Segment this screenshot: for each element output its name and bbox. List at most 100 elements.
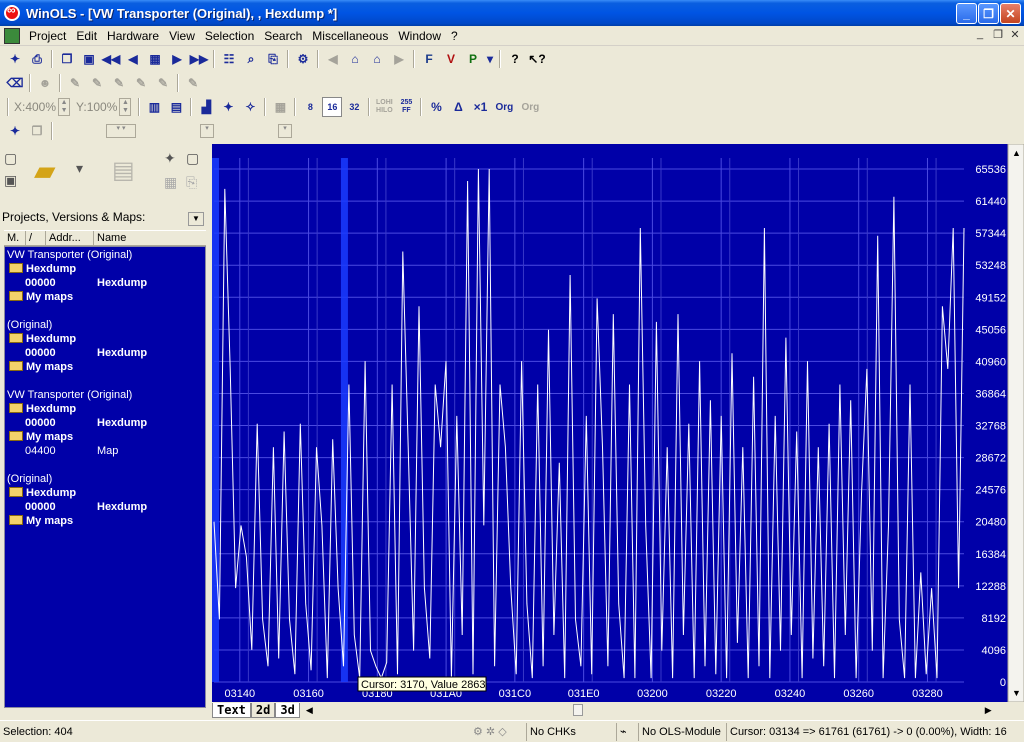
last-icon[interactable]: ▶▶ [189, 49, 209, 69]
map-props-icon[interactable]: ▦ [164, 174, 177, 191]
map-tool-3-icon[interactable]: ✎ [109, 73, 129, 93]
project-tree[interactable]: VW Transporter (Original) Hexdump 00000 Hex… [4, 246, 206, 708]
menu-miscellaneous[interactable]: Miscellaneous [307, 29, 393, 43]
tree-item[interactable]: (Original) [7, 473, 52, 487]
mdi-restore-button[interactable]: ❐ [990, 28, 1006, 42]
table-icon[interactable]: ▦ [145, 49, 165, 69]
p-icon[interactable]: P [463, 49, 483, 69]
map-tool-1-icon[interactable]: ✎ [65, 73, 85, 93]
col-m[interactable]: M. [4, 231, 26, 245]
tree-item[interactable]: Hexdump [9, 263, 76, 277]
line-chart[interactable]: ▲ ▼ 0 4096 8192 12288 16384 20480 24576 28672 3276… [212, 144, 1024, 702]
tree-item[interactable]: 04400 Map [25, 445, 118, 459]
chart-tool-icon[interactable]: ▟ [196, 97, 216, 117]
map-tool-5-icon[interactable]: ✎ [153, 73, 173, 93]
v-icon[interactable]: V [441, 49, 461, 69]
window-copy-icon[interactable]: ❐ [57, 49, 77, 69]
tree-item[interactable]: 00000 Hexdump [25, 347, 147, 361]
zoom-x-field[interactable]: X:400% [12, 100, 58, 114]
tree-item[interactable]: 00000 Hexdump [25, 417, 147, 431]
menu-help[interactable]: ? [446, 29, 463, 43]
spinner-b[interactable]: ▾ [200, 124, 214, 138]
col-slash[interactable]: / [26, 231, 46, 245]
first-icon[interactable]: ◀◀ [101, 49, 121, 69]
tree-item[interactable]: My maps [9, 291, 73, 305]
tree-item[interactable]: My maps [9, 431, 73, 445]
menu-hardware[interactable]: Hardware [102, 29, 164, 43]
menu-view[interactable]: View [164, 29, 200, 43]
spinner-c[interactable]: ▾ [278, 124, 292, 138]
bits-32-button[interactable]: 32 [344, 97, 364, 117]
save-icon[interactable]: ▣ [4, 172, 17, 189]
winols-logo-icon[interactable] [4, 3, 20, 21]
value-format-button[interactable]: 255 FF [396, 97, 416, 117]
document-icon[interactable] [4, 27, 20, 44]
mdi-close-button[interactable]: ✕ [1007, 28, 1023, 42]
mdi-minimize-button[interactable]: _ [972, 28, 988, 42]
dropdown-icon[interactable]: ▾ [485, 49, 495, 69]
window-compare-icon[interactable]: ▣ [79, 49, 99, 69]
map-tool-6-icon[interactable]: ✎ [183, 73, 203, 93]
map-tool-2-icon[interactable]: ✎ [87, 73, 107, 93]
tree-item[interactable]: 00000 Hexdump [25, 501, 147, 515]
grid-icon[interactable]: ▦ [270, 97, 290, 117]
projects-dropdown-button[interactable]: ▼ [188, 212, 204, 226]
wand-remove-icon[interactable]: ✧ [240, 97, 260, 117]
menu-search[interactable]: Search [259, 29, 307, 43]
open-folder-icon[interactable]: ▰ [34, 154, 56, 187]
tree-item[interactable]: My maps [9, 361, 73, 375]
tab-text[interactable]: Text [212, 702, 251, 718]
prev-icon[interactable]: ◀ [123, 49, 143, 69]
new-map-icon[interactable]: ▢ [186, 150, 199, 167]
tree-item[interactable]: Hexdump [9, 403, 76, 417]
col-name[interactable]: Name [94, 231, 204, 245]
tab-3d[interactable]: 3d [275, 702, 300, 718]
zoom-y-field[interactable]: Y:100% [74, 100, 119, 114]
menu-edit[interactable]: Edit [71, 29, 102, 43]
map-export-icon[interactable]: ⎘ [186, 174, 197, 191]
spinner-a[interactable]: ▾ ▾ [106, 124, 136, 138]
open-dropdown-icon[interactable]: ▾ [76, 160, 83, 177]
tree-item[interactable]: VW Transporter (Original) [7, 249, 132, 263]
scroll-left-icon[interactable]: ◀ [306, 705, 313, 716]
tree-icon[interactable]: ☷ [219, 49, 239, 69]
minimize-button[interactable]: _ [956, 3, 977, 24]
context-help-icon[interactable]: ↖? [527, 49, 547, 69]
scroll-right-icon[interactable]: ▶ [985, 705, 992, 716]
percent-button[interactable]: % [426, 97, 446, 117]
tree-item[interactable]: Hexdump [9, 333, 76, 347]
back-icon[interactable]: ◀ [323, 49, 343, 69]
org-compare-button[interactable]: Org [518, 97, 542, 117]
help-icon[interactable]: ? [505, 49, 525, 69]
tree-item[interactable]: (Original) [7, 319, 52, 333]
byte-order-button[interactable]: LOHI HILO [374, 97, 394, 117]
print-icon[interactable]: ⎙ [27, 49, 47, 69]
tree-item[interactable]: VW Transporter (Original) [7, 389, 132, 403]
next-icon[interactable]: ▶ [167, 49, 187, 69]
org-button[interactable]: Org [492, 97, 516, 117]
hexdump-2d-view[interactable]: ▲ ▼ 0 4096 8192 12288 16384 20480 24576 28672 3276… [212, 144, 1024, 718]
close-button[interactable]: ✕ [1000, 3, 1021, 24]
import-icon[interactable]: ▤ [112, 156, 135, 185]
tree-item[interactable]: Hexdump [9, 487, 76, 501]
menu-project[interactable]: Project [24, 29, 71, 43]
col-address[interactable]: Addr... [46, 231, 94, 245]
menu-window[interactable]: Window [393, 29, 446, 43]
search-map-icon[interactable]: ⌕ [241, 49, 261, 69]
wand-icon[interactable]: ✦ [5, 49, 25, 69]
ols-icon[interactable]: ⌂ [345, 49, 365, 69]
scroll-thumb[interactable] [572, 704, 583, 716]
f-icon[interactable]: F [419, 49, 439, 69]
menu-selection[interactable]: Selection [200, 29, 259, 43]
maximize-button[interactable]: ❐ [978, 3, 999, 24]
dec-view-icon[interactable]: ▤ [166, 97, 186, 117]
factor-button[interactable]: ×1 [470, 97, 490, 117]
map-tool-4-icon[interactable]: ✎ [131, 73, 151, 93]
users-icon[interactable]: ☻ [35, 73, 55, 93]
hex-view-icon[interactable]: ▥ [144, 97, 164, 117]
tree-item[interactable]: 00000 Hexdump [25, 277, 147, 291]
tab-2d[interactable]: 2d [250, 702, 276, 718]
bits-8-button[interactable]: 8 [300, 97, 320, 117]
zoom-y-spinner[interactable]: ▲ ▼ [119, 98, 132, 116]
bits-16-button[interactable]: 16 [322, 97, 343, 117]
